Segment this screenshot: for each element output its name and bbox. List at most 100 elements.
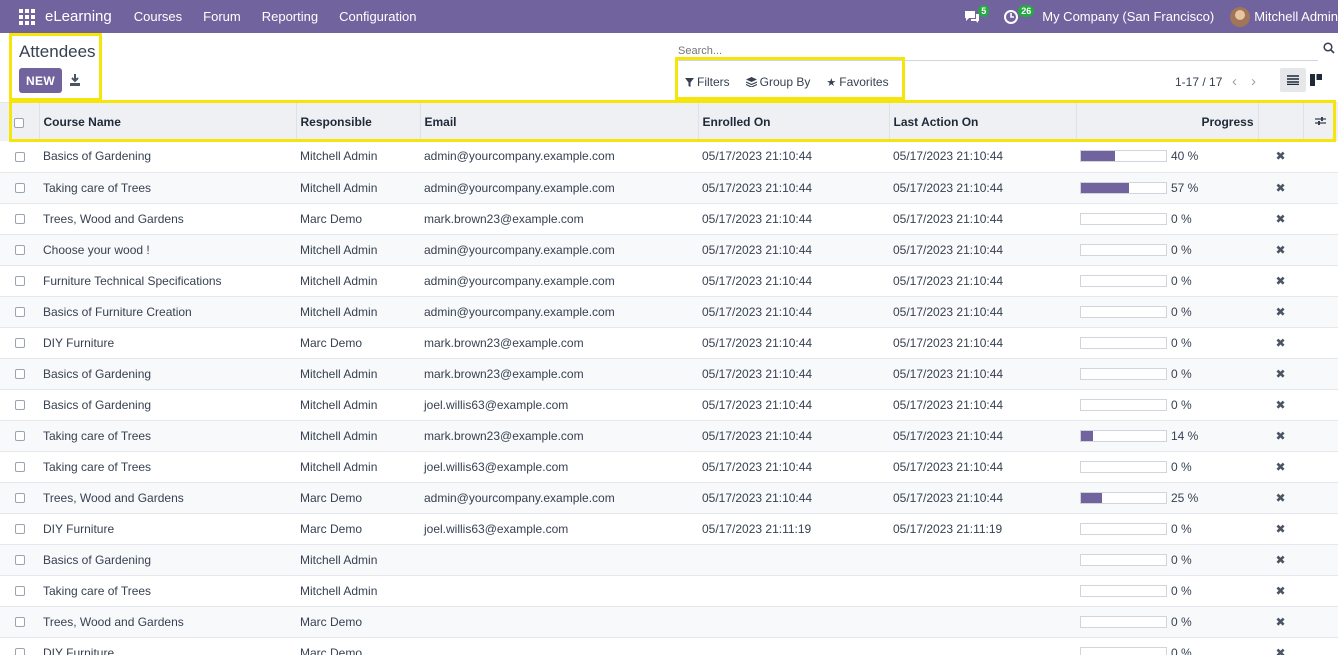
- cell-course[interactable]: Choose your wood !: [39, 234, 296, 266]
- cell-email[interactable]: joel.willis63@example.com: [420, 389, 698, 421]
- cell-email[interactable]: admin@yourcompany.example.com: [420, 234, 698, 266]
- table-row[interactable]: Taking care of Trees Mitchell Admin joel…: [0, 451, 1338, 483]
- cell-email[interactable]: mark.brown23@example.com: [420, 203, 698, 235]
- cell-responsible[interactable]: Mitchell Admin: [296, 172, 420, 204]
- cell-last-action[interactable]: 05/17/2023 21:10:44: [889, 265, 1076, 297]
- cell-enrolled[interactable]: 05/17/2023 21:10:44: [698, 203, 889, 235]
- cell-last-action[interactable]: [889, 606, 1076, 638]
- cell-responsible[interactable]: Marc Demo: [296, 203, 420, 235]
- groupby-toggle[interactable]: Group By: [745, 75, 810, 89]
- new-button[interactable]: NEW: [19, 68, 62, 93]
- row-checkbox[interactable]: [14, 524, 25, 535]
- kanban-view-icon[interactable]: [1310, 74, 1322, 86]
- table-row[interactable]: Basics of Furniture Creation Mitchell Ad…: [0, 296, 1338, 328]
- cell-course[interactable]: DIY Furniture: [39, 637, 296, 655]
- table-row[interactable]: DIY Furniture Marc Demo 0 % ✖: [0, 637, 1338, 655]
- cell-last-action[interactable]: 05/17/2023 21:10:44: [889, 203, 1076, 235]
- cell-responsible[interactable]: Marc Demo: [296, 606, 420, 638]
- delete-row-icon[interactable]: ✖: [1258, 575, 1303, 607]
- cell-responsible[interactable]: Marc Demo: [296, 327, 420, 359]
- cell-course[interactable]: Taking care of Trees: [39, 575, 296, 607]
- cell-email[interactable]: [420, 544, 698, 576]
- cell-enrolled[interactable]: 05/17/2023 21:10:44: [698, 172, 889, 204]
- row-checkbox[interactable]: [14, 431, 25, 442]
- menu-courses[interactable]: Courses: [134, 9, 182, 24]
- delete-row-icon[interactable]: ✖: [1258, 141, 1303, 173]
- row-checkbox[interactable]: [14, 493, 25, 504]
- cell-responsible[interactable]: Mitchell Admin: [296, 141, 420, 173]
- row-checkbox[interactable]: [14, 276, 25, 287]
- row-checkbox[interactable]: [14, 400, 25, 411]
- cell-email[interactable]: [420, 606, 698, 638]
- cell-email[interactable]: mark.brown23@example.com: [420, 327, 698, 359]
- cell-last-action[interactable]: 05/17/2023 21:10:44: [889, 296, 1076, 328]
- delete-row-icon[interactable]: ✖: [1258, 606, 1303, 638]
- cell-enrolled[interactable]: [698, 544, 889, 576]
- cell-enrolled[interactable]: 05/17/2023 21:11:19: [698, 513, 889, 545]
- cell-course[interactable]: Basics of Gardening: [39, 389, 296, 421]
- cell-enrolled[interactable]: [698, 637, 889, 655]
- delete-row-icon[interactable]: ✖: [1258, 637, 1303, 655]
- favorites-toggle[interactable]: ★ Favorites: [826, 75, 888, 89]
- delete-row-icon[interactable]: ✖: [1258, 327, 1303, 359]
- cell-responsible[interactable]: Mitchell Admin: [296, 234, 420, 266]
- column-email[interactable]: Email: [420, 103, 699, 141]
- cell-course[interactable]: Taking care of Trees: [39, 451, 296, 483]
- cell-enrolled[interactable]: 05/17/2023 21:10:44: [698, 358, 889, 390]
- cell-course[interactable]: Trees, Wood and Gardens: [39, 482, 296, 514]
- cell-last-action[interactable]: [889, 575, 1076, 607]
- cell-enrolled[interactable]: 05/17/2023 21:10:44: [698, 265, 889, 297]
- company-switcher[interactable]: My Company (San Francisco): [1042, 9, 1214, 24]
- cell-last-action[interactable]: [889, 637, 1076, 655]
- table-row[interactable]: Basics of Gardening Mitchell Admin joel.…: [0, 389, 1338, 421]
- cell-email[interactable]: mark.brown23@example.com: [420, 420, 698, 452]
- app-brand[interactable]: eLearning: [45, 8, 112, 25]
- cell-responsible[interactable]: Mitchell Admin: [296, 358, 420, 390]
- cell-responsible[interactable]: Marc Demo: [296, 513, 420, 545]
- column-responsible[interactable]: Responsible: [296, 103, 421, 141]
- cell-enrolled[interactable]: 05/17/2023 21:10:44: [698, 296, 889, 328]
- cell-course[interactable]: Basics of Gardening: [39, 141, 296, 173]
- cell-enrolled[interactable]: 05/17/2023 21:10:44: [698, 389, 889, 421]
- cell-course[interactable]: Basics of Furniture Creation: [39, 296, 296, 328]
- cell-responsible[interactable]: Mitchell Admin: [296, 544, 420, 576]
- table-row[interactable]: Trees, Wood and Gardens Marc Demo 0 % ✖: [0, 606, 1338, 638]
- row-checkbox[interactable]: [14, 245, 25, 256]
- cell-enrolled[interactable]: 05/17/2023 21:10:44: [698, 451, 889, 483]
- cell-last-action[interactable]: 05/17/2023 21:10:44: [889, 327, 1076, 359]
- download-icon[interactable]: [68, 73, 82, 87]
- cell-enrolled[interactable]: 05/17/2023 21:10:44: [698, 482, 889, 514]
- cell-enrolled[interactable]: 05/17/2023 21:10:44: [698, 327, 889, 359]
- search-input[interactable]: [678, 41, 1318, 61]
- delete-row-icon[interactable]: ✖: [1258, 296, 1303, 328]
- cell-course[interactable]: Taking care of Trees: [39, 172, 296, 204]
- cell-last-action[interactable]: [889, 544, 1076, 576]
- cell-course[interactable]: Basics of Gardening: [39, 358, 296, 390]
- cell-enrolled[interactable]: 05/17/2023 21:10:44: [698, 420, 889, 452]
- cell-responsible[interactable]: Mitchell Admin: [296, 296, 420, 328]
- pager-value[interactable]: 1-17 / 17: [1175, 75, 1222, 89]
- cell-last-action[interactable]: 05/17/2023 21:10:44: [889, 451, 1076, 483]
- column-course[interactable]: Course Name: [39, 103, 297, 141]
- table-row[interactable]: Basics of Gardening Mitchell Admin 0 % ✖: [0, 544, 1338, 576]
- delete-row-icon[interactable]: ✖: [1258, 203, 1303, 235]
- cell-last-action[interactable]: 05/17/2023 21:10:44: [889, 482, 1076, 514]
- cell-enrolled[interactable]: 05/17/2023 21:10:44: [698, 141, 889, 173]
- cell-email[interactable]: joel.willis63@example.com: [420, 513, 698, 545]
- column-enrolled[interactable]: Enrolled On: [698, 103, 890, 141]
- cell-responsible[interactable]: Mitchell Admin: [296, 451, 420, 483]
- search-icon[interactable]: [1323, 42, 1335, 54]
- delete-row-icon[interactable]: ✖: [1258, 172, 1303, 204]
- user-menu[interactable]: Mitchell Admin: [1254, 9, 1338, 24]
- menu-configuration[interactable]: Configuration: [339, 9, 416, 24]
- cell-responsible[interactable]: Marc Demo: [296, 482, 420, 514]
- table-row[interactable]: Choose your wood ! Mitchell Admin admin@…: [0, 234, 1338, 266]
- delete-row-icon[interactable]: ✖: [1258, 544, 1303, 576]
- delete-row-icon[interactable]: ✖: [1258, 358, 1303, 390]
- cell-enrolled[interactable]: [698, 606, 889, 638]
- cell-responsible[interactable]: Marc Demo: [296, 637, 420, 655]
- row-checkbox[interactable]: [14, 214, 25, 225]
- cell-course[interactable]: Basics of Gardening: [39, 544, 296, 576]
- cell-last-action[interactable]: 05/17/2023 21:10:44: [889, 172, 1076, 204]
- row-checkbox[interactable]: [14, 338, 25, 349]
